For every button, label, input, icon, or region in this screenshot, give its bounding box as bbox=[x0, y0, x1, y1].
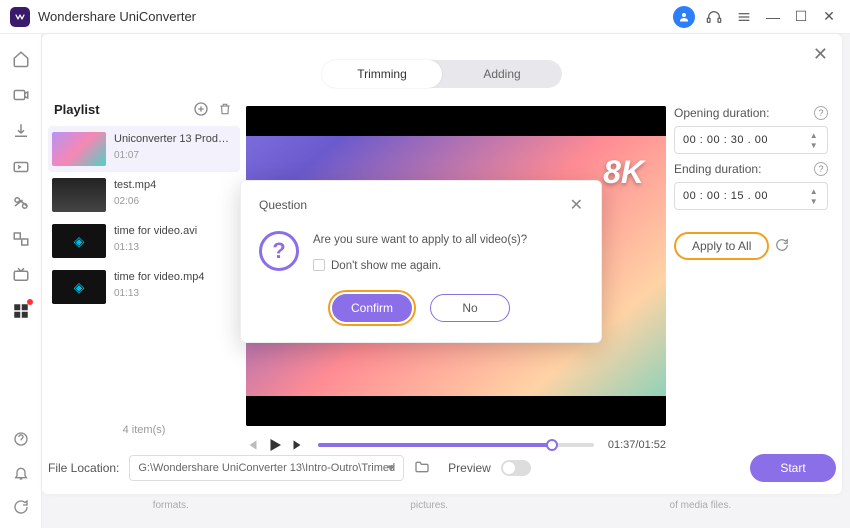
playlist-item[interactable]: ◈ time for video.avi 01:13 bbox=[48, 218, 240, 264]
ending-duration-input[interactable]: 00 : 00 : 15 . 00 ▲▼ bbox=[674, 182, 828, 210]
edit-icon[interactable] bbox=[10, 192, 32, 214]
playlist-item-duration: 01:13 bbox=[114, 288, 204, 299]
reset-icon[interactable] bbox=[775, 238, 789, 255]
account-icon[interactable] bbox=[672, 5, 696, 29]
close-panel-button[interactable]: ✕ bbox=[813, 44, 828, 65]
help-icon[interactable] bbox=[10, 428, 32, 450]
dialog-message: Are you sure want to apply to all video(… bbox=[313, 231, 527, 251]
confirm-button[interactable]: Confirm bbox=[332, 294, 412, 322]
playlist-panel: Playlist Uniconverter 13 Product Video 0… bbox=[48, 96, 240, 438]
tab-trimming[interactable]: Trimming bbox=[322, 60, 442, 88]
bottom-bar: File Location: G:\Wondershare UniConvert… bbox=[48, 450, 836, 486]
playlist-item[interactable]: test.mp4 02:06 bbox=[48, 172, 240, 218]
opening-duration-label: Opening duration: bbox=[674, 106, 769, 120]
compress-icon[interactable] bbox=[10, 156, 32, 178]
toolbox-icon[interactable] bbox=[10, 300, 32, 322]
app-logo bbox=[10, 7, 30, 27]
maximize-button[interactable]: ☐ bbox=[790, 8, 812, 25]
question-icon: ? bbox=[259, 231, 299, 271]
apply-to-all-button[interactable]: Apply to All bbox=[674, 232, 769, 260]
playlist-thumb: ◈ bbox=[52, 270, 106, 304]
playlist-title: Playlist bbox=[54, 102, 100, 117]
mode-tabs: Trimming Adding bbox=[322, 60, 562, 88]
dialog-title: Question bbox=[259, 198, 307, 212]
dialog-close-button[interactable]: ✕ bbox=[570, 195, 583, 215]
playlist-thumb: ◈ bbox=[52, 224, 106, 258]
open-folder-icon[interactable] bbox=[414, 459, 430, 478]
trash-icon[interactable] bbox=[216, 100, 234, 118]
help-icon[interactable]: ? bbox=[814, 162, 828, 176]
footer-snippets: formats. pictures. of media files. bbox=[42, 500, 842, 522]
playlist-item-name: test.mp4 bbox=[114, 178, 156, 192]
start-button[interactable]: Start bbox=[750, 454, 836, 482]
preview-toggle-label: Preview bbox=[448, 461, 491, 475]
question-dialog: Question ✕ ? Are you sure want to apply … bbox=[240, 180, 602, 343]
no-button[interactable]: No bbox=[430, 294, 510, 322]
title-bar: Wondershare UniConverter — ☐ ✕ bbox=[0, 0, 850, 34]
playlist-item[interactable]: ◈ time for video.mp4 01:13 bbox=[48, 264, 240, 310]
seek-bar[interactable] bbox=[318, 443, 594, 447]
playlist-item-name: time for video.mp4 bbox=[114, 270, 204, 284]
playlist-item-name: Uniconverter 13 Product Video 0... bbox=[114, 132, 232, 146]
file-location-select[interactable]: G:\Wondershare UniConverter 13\Intro-Out… bbox=[129, 455, 404, 481]
file-location-label: File Location: bbox=[48, 461, 119, 475]
minimize-button[interactable]: — bbox=[762, 9, 784, 25]
duration-panel: Opening duration: ? 00 : 00 : 30 . 00 ▲▼… bbox=[674, 106, 828, 260]
opening-duration-input[interactable]: 00 : 00 : 30 . 00 ▲▼ bbox=[674, 126, 828, 154]
playlist-item-duration: 01:13 bbox=[114, 242, 197, 253]
help-icon[interactable]: ? bbox=[814, 106, 828, 120]
tv-icon[interactable] bbox=[10, 264, 32, 286]
menu-icon[interactable] bbox=[732, 5, 756, 29]
playlist-item-name: time for video.avi bbox=[114, 224, 197, 238]
left-nav bbox=[0, 34, 42, 528]
app-title: Wondershare UniConverter bbox=[38, 9, 196, 24]
playlist-count: 4 item(s) bbox=[48, 424, 240, 436]
preview-badge: 8K bbox=[603, 154, 644, 191]
close-window-button[interactable]: ✕ bbox=[818, 8, 840, 25]
add-media-icon[interactable] bbox=[192, 100, 210, 118]
video-icon[interactable] bbox=[10, 84, 32, 106]
dont-show-label: Don't show me again. bbox=[331, 260, 441, 272]
ending-duration-label: Ending duration: bbox=[674, 162, 761, 176]
playlist-item-duration: 02:06 bbox=[114, 196, 156, 207]
playlist-item-duration: 01:07 bbox=[114, 150, 232, 161]
playlist-item[interactable]: Uniconverter 13 Product Video 0... 01:07 bbox=[48, 126, 240, 172]
spinner-icon[interactable]: ▲▼ bbox=[807, 129, 821, 151]
bell-icon[interactable] bbox=[10, 462, 32, 484]
feedback-icon[interactable] bbox=[10, 496, 32, 518]
download-icon[interactable] bbox=[10, 120, 32, 142]
dont-show-checkbox[interactable] bbox=[313, 259, 325, 271]
preview-toggle[interactable] bbox=[501, 460, 531, 476]
headset-icon[interactable] bbox=[702, 5, 726, 29]
spinner-icon[interactable]: ▲▼ bbox=[807, 185, 821, 207]
home-icon[interactable] bbox=[10, 48, 32, 70]
merge-icon[interactable] bbox=[10, 228, 32, 250]
tab-adding[interactable]: Adding bbox=[442, 60, 562, 88]
playlist-thumb bbox=[52, 178, 106, 212]
playlist-thumb bbox=[52, 132, 106, 166]
